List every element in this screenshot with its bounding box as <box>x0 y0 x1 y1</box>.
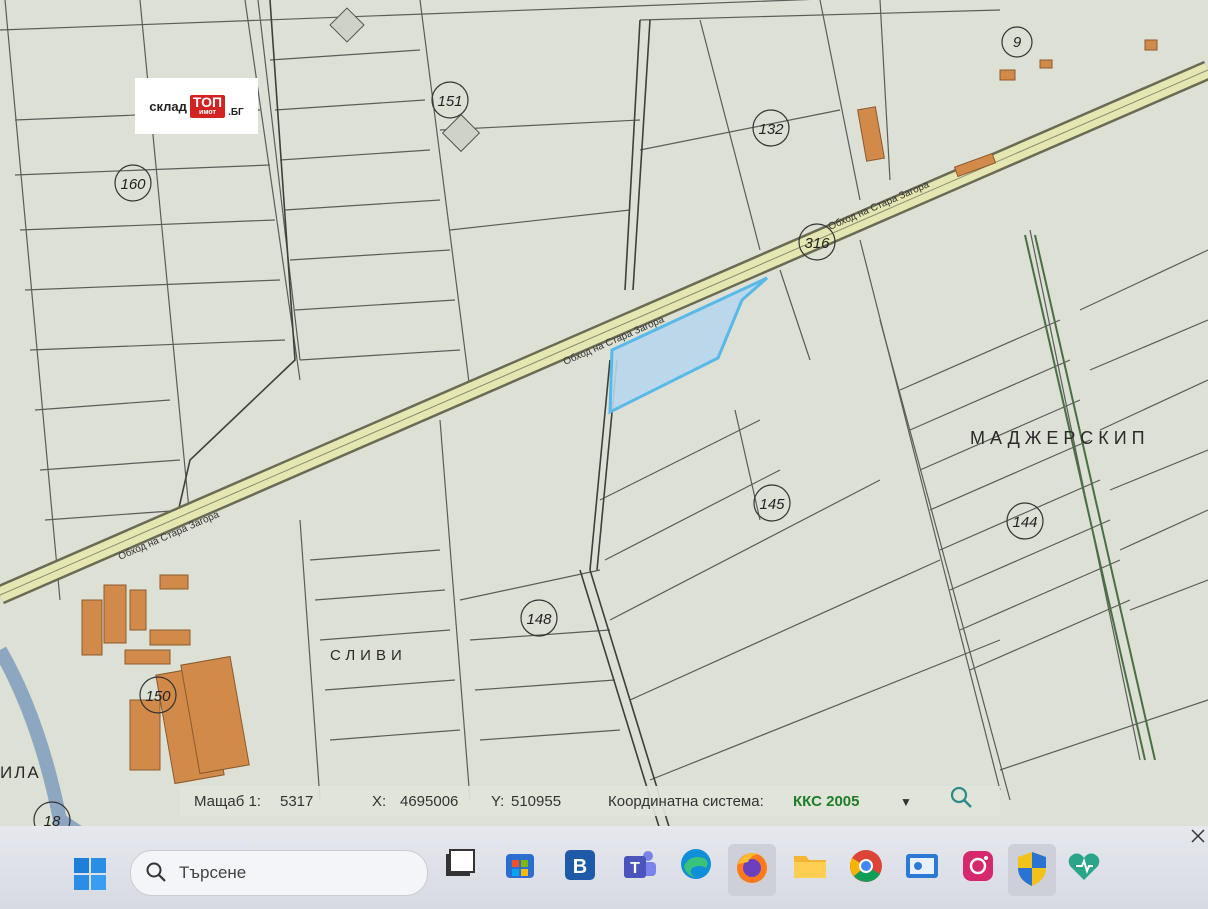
svg-text:B: B <box>573 856 587 878</box>
search-placeholder: Търсене <box>179 863 247 882</box>
store-icon[interactable] <box>500 844 548 896</box>
parcel-number: 145 <box>759 496 785 513</box>
crs-label: Координатна система: <box>608 793 764 810</box>
parcel-number: 316 <box>804 235 830 252</box>
search-icon <box>145 861 167 888</box>
parcel-number: 144 <box>1012 514 1037 531</box>
close-icon[interactable] <box>1188 826 1208 846</box>
security-shield-icon[interactable] <box>1008 844 1056 896</box>
scale-value: 5317 <box>280 793 314 810</box>
logo-word-2-sub: имот <box>199 108 216 116</box>
instagram-icon[interactable] <box>956 844 1004 896</box>
search-icon[interactable] <box>948 784 974 814</box>
logo-word-3: .БГ <box>228 107 244 118</box>
logo-badge: ТОП имот <box>189 93 226 118</box>
parcel-number: 9 <box>1013 34 1022 51</box>
teams-icon[interactable]: T <box>620 844 668 896</box>
crs-select[interactable]: ККС 2005 <box>793 793 859 810</box>
y-value: 510955 <box>511 793 562 810</box>
x-label: X: <box>372 793 387 810</box>
heart-app-icon[interactable] <box>1062 844 1110 896</box>
widgets-icon[interactable] <box>440 844 488 896</box>
windows-start-icon[interactable] <box>70 854 118 906</box>
firefox-icon[interactable] <box>728 844 776 896</box>
cadastral-map[interactable]: Обход на Стара Загора Обход на Стара Заг… <box>0 0 1208 909</box>
x-value: 4695006 <box>400 793 459 810</box>
area-label-ila: ИЛА <box>0 763 41 782</box>
parcel-number: 160 <box>120 176 146 193</box>
parcel-number: 151 <box>437 93 462 110</box>
logo-sklad-top-imot: склад ТОП имот .БГ <box>135 78 258 134</box>
area-label-madzherski: МАДЖЕРСКИП <box>970 428 1150 448</box>
parcel-number: 148 <box>526 611 552 628</box>
photos-icon[interactable] <box>900 844 948 896</box>
windows-taskbar: Търсене B T <box>0 826 1208 909</box>
file-explorer-icon[interactable] <box>788 844 836 896</box>
chrome-icon[interactable] <box>844 844 892 896</box>
edge-icon[interactable] <box>676 844 724 896</box>
logo-word-1: склад <box>149 98 187 114</box>
logo-word-2: ТОП <box>192 93 223 110</box>
y-label: Y: <box>491 793 505 810</box>
taskbar-search-box[interactable]: Търсене <box>130 850 428 896</box>
area-label-slivi: СЛИВИ <box>330 647 407 664</box>
crs-dropdown-icon[interactable]: ▼ <box>900 795 912 809</box>
b-app-icon[interactable]: B <box>560 844 608 896</box>
parcel-number: 132 <box>758 121 784 138</box>
parcel-number: 150 <box>145 688 171 705</box>
svg-text:T: T <box>630 860 640 877</box>
map-status-bar: Мащаб 1: 5317 X: 4695006 Y: 510955 Коорд… <box>180 786 1000 816</box>
scale-label: Мащаб 1: <box>194 793 261 810</box>
